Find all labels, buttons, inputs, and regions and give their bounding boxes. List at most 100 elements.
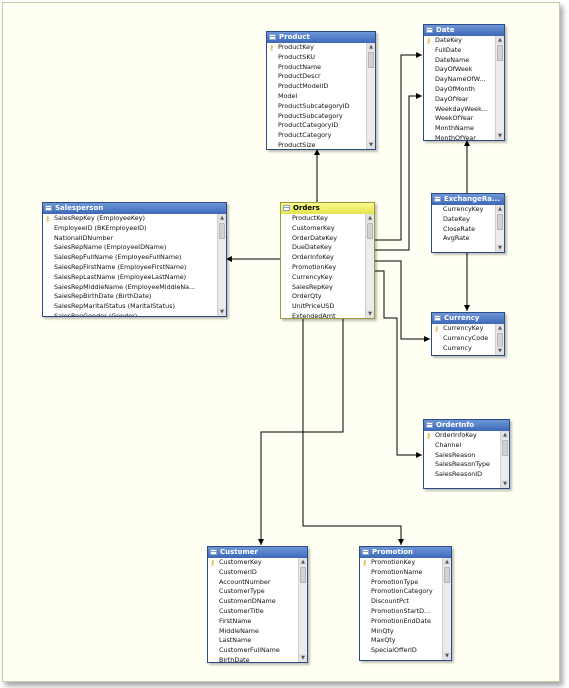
vertical-scrollbar[interactable]: ▲ ▼: [365, 214, 374, 318]
column-row[interactable]: DayNameOfW...: [424, 75, 495, 85]
vertical-scrollbar[interactable]: ▲ ▼: [495, 36, 504, 140]
scroll-down-icon[interactable]: ▼: [496, 244, 504, 252]
column-row[interactable]: UnitPriceUSD: [281, 302, 365, 312]
scroll-up-icon[interactable]: ▲: [496, 324, 504, 332]
column-row[interactable]: AvgRate: [432, 234, 495, 244]
column-row[interactable]: CustomerType: [208, 587, 298, 597]
table-header[interactable]: ExchangeRa...: [432, 194, 504, 205]
column-row[interactable]: ⚷ CurrencyKey: [432, 324, 495, 334]
column-row[interactable]: DayOfWeek: [424, 65, 495, 75]
scroll-up-icon[interactable]: ▲: [218, 214, 226, 222]
relationship-orders-to-date[interactable]: [373, 52, 422, 241]
column-row[interactable]: SalesRepLastName (EmployeeLastName): [43, 273, 217, 283]
column-row[interactable]: PromotionCategory: [360, 587, 442, 597]
column-row[interactable]: ProductCategoryID: [267, 121, 366, 131]
column-row[interactable]: CloseRate: [432, 225, 495, 235]
scroll-thumb[interactable]: [502, 440, 508, 456]
column-row[interactable]: OrderQty: [281, 292, 365, 302]
column-row[interactable]: PromotionEndDate: [360, 617, 442, 627]
column-row[interactable]: PromotionStartD...: [360, 607, 442, 617]
column-row[interactable]: SalesReasonType: [424, 460, 500, 470]
scroll-up-icon[interactable]: ▲: [496, 205, 504, 213]
column-row[interactable]: DayOfYear: [424, 95, 495, 105]
column-row[interactable]: ProductCategory: [267, 131, 366, 141]
scroll-thumb[interactable]: [367, 223, 373, 239]
table-header[interactable]: Date: [424, 25, 504, 36]
scroll-up-icon[interactable]: ▲: [501, 431, 509, 439]
table-promotion[interactable]: Promotion ⚷ PromotionKey PromotionName Promo…: [359, 546, 452, 661]
column-row[interactable]: DiscountPct: [360, 597, 442, 607]
column-row[interactable]: WeekOfYear: [424, 114, 495, 124]
column-row[interactable]: DateKey: [432, 215, 495, 225]
column-row[interactable]: OrderDateKey: [281, 234, 365, 244]
scroll-down-icon[interactable]: ▼: [496, 347, 504, 355]
vertical-scrollbar[interactable]: ▲ ▼: [495, 205, 504, 252]
scroll-thumb[interactable]: [368, 52, 374, 68]
table-date[interactable]: Date ⚷ DateKey FullDate DateName DayOfWeek Day…: [423, 24, 505, 141]
column-row[interactable]: ⚷ ProductKey: [267, 43, 366, 53]
scroll-thumb[interactable]: [497, 214, 503, 230]
column-row[interactable]: SalesReasonID: [424, 470, 500, 480]
column-row[interactable]: SalesReason: [424, 451, 500, 461]
vertical-scrollbar[interactable]: ▲ ▼: [500, 431, 509, 488]
table-header[interactable]: Promotion: [360, 547, 451, 558]
column-row[interactable]: CurrencyKey: [432, 205, 495, 215]
column-row[interactable]: PromotionType: [360, 578, 442, 588]
column-row[interactable]: SalesRepGender (Gender): [43, 312, 217, 316]
column-row[interactable]: DayOfMonth: [424, 85, 495, 95]
column-row[interactable]: MaxQty: [360, 636, 442, 646]
column-row[interactable]: ⚷ SalesRepKey (EmployeeKey): [43, 214, 217, 224]
vertical-scrollbar[interactable]: ▲ ▼: [442, 558, 451, 660]
column-row[interactable]: ProductDescr: [267, 72, 366, 82]
column-row[interactable]: CustomerFullName: [208, 646, 298, 656]
scroll-down-icon[interactable]: ▼: [501, 480, 509, 488]
column-row[interactable]: BirthDate: [208, 656, 298, 662]
column-row[interactable]: CustomerIDName: [208, 597, 298, 607]
column-row[interactable]: MiddleName: [208, 627, 298, 637]
column-row[interactable]: ProductSKU: [267, 53, 366, 63]
column-row[interactable]: LastName: [208, 636, 298, 646]
scroll-down-icon[interactable]: ▼: [443, 652, 451, 660]
vertical-scrollbar[interactable]: ▲ ▼: [495, 324, 504, 355]
table-header[interactable]: Salesperson: [43, 203, 226, 214]
column-row[interactable]: CustomerID: [208, 568, 298, 578]
column-row[interactable]: ⚷ DateKey: [424, 36, 495, 46]
column-row[interactable]: CurrencyCode: [432, 334, 495, 344]
column-row[interactable]: MonthName: [424, 124, 495, 134]
scroll-down-icon[interactable]: ▼: [496, 132, 504, 140]
column-row[interactable]: SpecialOfferID: [360, 646, 442, 656]
table-exchangerate[interactable]: ExchangeRa... CurrencyKey DateKey CloseRate…: [431, 193, 505, 253]
column-row[interactable]: OrderInfoKey: [281, 253, 365, 263]
column-row[interactable]: PromotionName: [360, 568, 442, 578]
column-row[interactable]: DateName: [424, 56, 495, 66]
column-row[interactable]: Channel: [424, 441, 500, 451]
column-row[interactable]: ⚷ CustomerKey: [208, 558, 298, 568]
scroll-down-icon[interactable]: ▼: [218, 308, 226, 316]
scroll-thumb[interactable]: [497, 45, 503, 61]
column-row[interactable]: Model: [267, 92, 366, 102]
column-row[interactable]: ProductKey: [281, 214, 365, 224]
table-header[interactable]: OrderInfo: [424, 420, 509, 431]
table-currency[interactable]: Currency ⚷ CurrencyKey CurrencyCode Currency…: [431, 312, 505, 356]
relationship-orders-to-date[interactable]: [373, 93, 422, 251]
column-row[interactable]: SalesRepFullName (EmployeeFullName): [43, 253, 217, 263]
column-row[interactable]: ⚷ PromotionKey: [360, 558, 442, 568]
column-row[interactable]: SalesRepKey: [281, 283, 365, 293]
column-row[interactable]: CustomerTitle: [208, 607, 298, 617]
relationship-orders-to-customer[interactable]: [258, 318, 344, 545]
column-row[interactable]: MinQty: [360, 627, 442, 637]
relationship-orders-to-currency[interactable]: [373, 260, 430, 342]
column-row[interactable]: Currency: [432, 344, 495, 354]
scroll-thumb[interactable]: [219, 223, 225, 239]
scroll-up-icon[interactable]: ▲: [366, 214, 374, 222]
scroll-thumb[interactable]: [300, 567, 306, 583]
column-row[interactable]: FirstName: [208, 617, 298, 627]
column-row[interactable]: PromotionKey: [281, 263, 365, 273]
scroll-down-icon[interactable]: ▼: [299, 654, 307, 662]
relationship-orders-to-orderinfo[interactable]: [373, 270, 422, 458]
scroll-down-icon[interactable]: ▼: [366, 310, 374, 318]
table-header[interactable]: Orders: [281, 203, 374, 214]
table-orders[interactable]: Orders ProductKey CustomerKey OrderDateKey D…: [280, 202, 375, 319]
column-row[interactable]: EmployeeID (BKEmployeeID): [43, 224, 217, 234]
vertical-scrollbar[interactable]: ▲ ▼: [366, 43, 375, 149]
